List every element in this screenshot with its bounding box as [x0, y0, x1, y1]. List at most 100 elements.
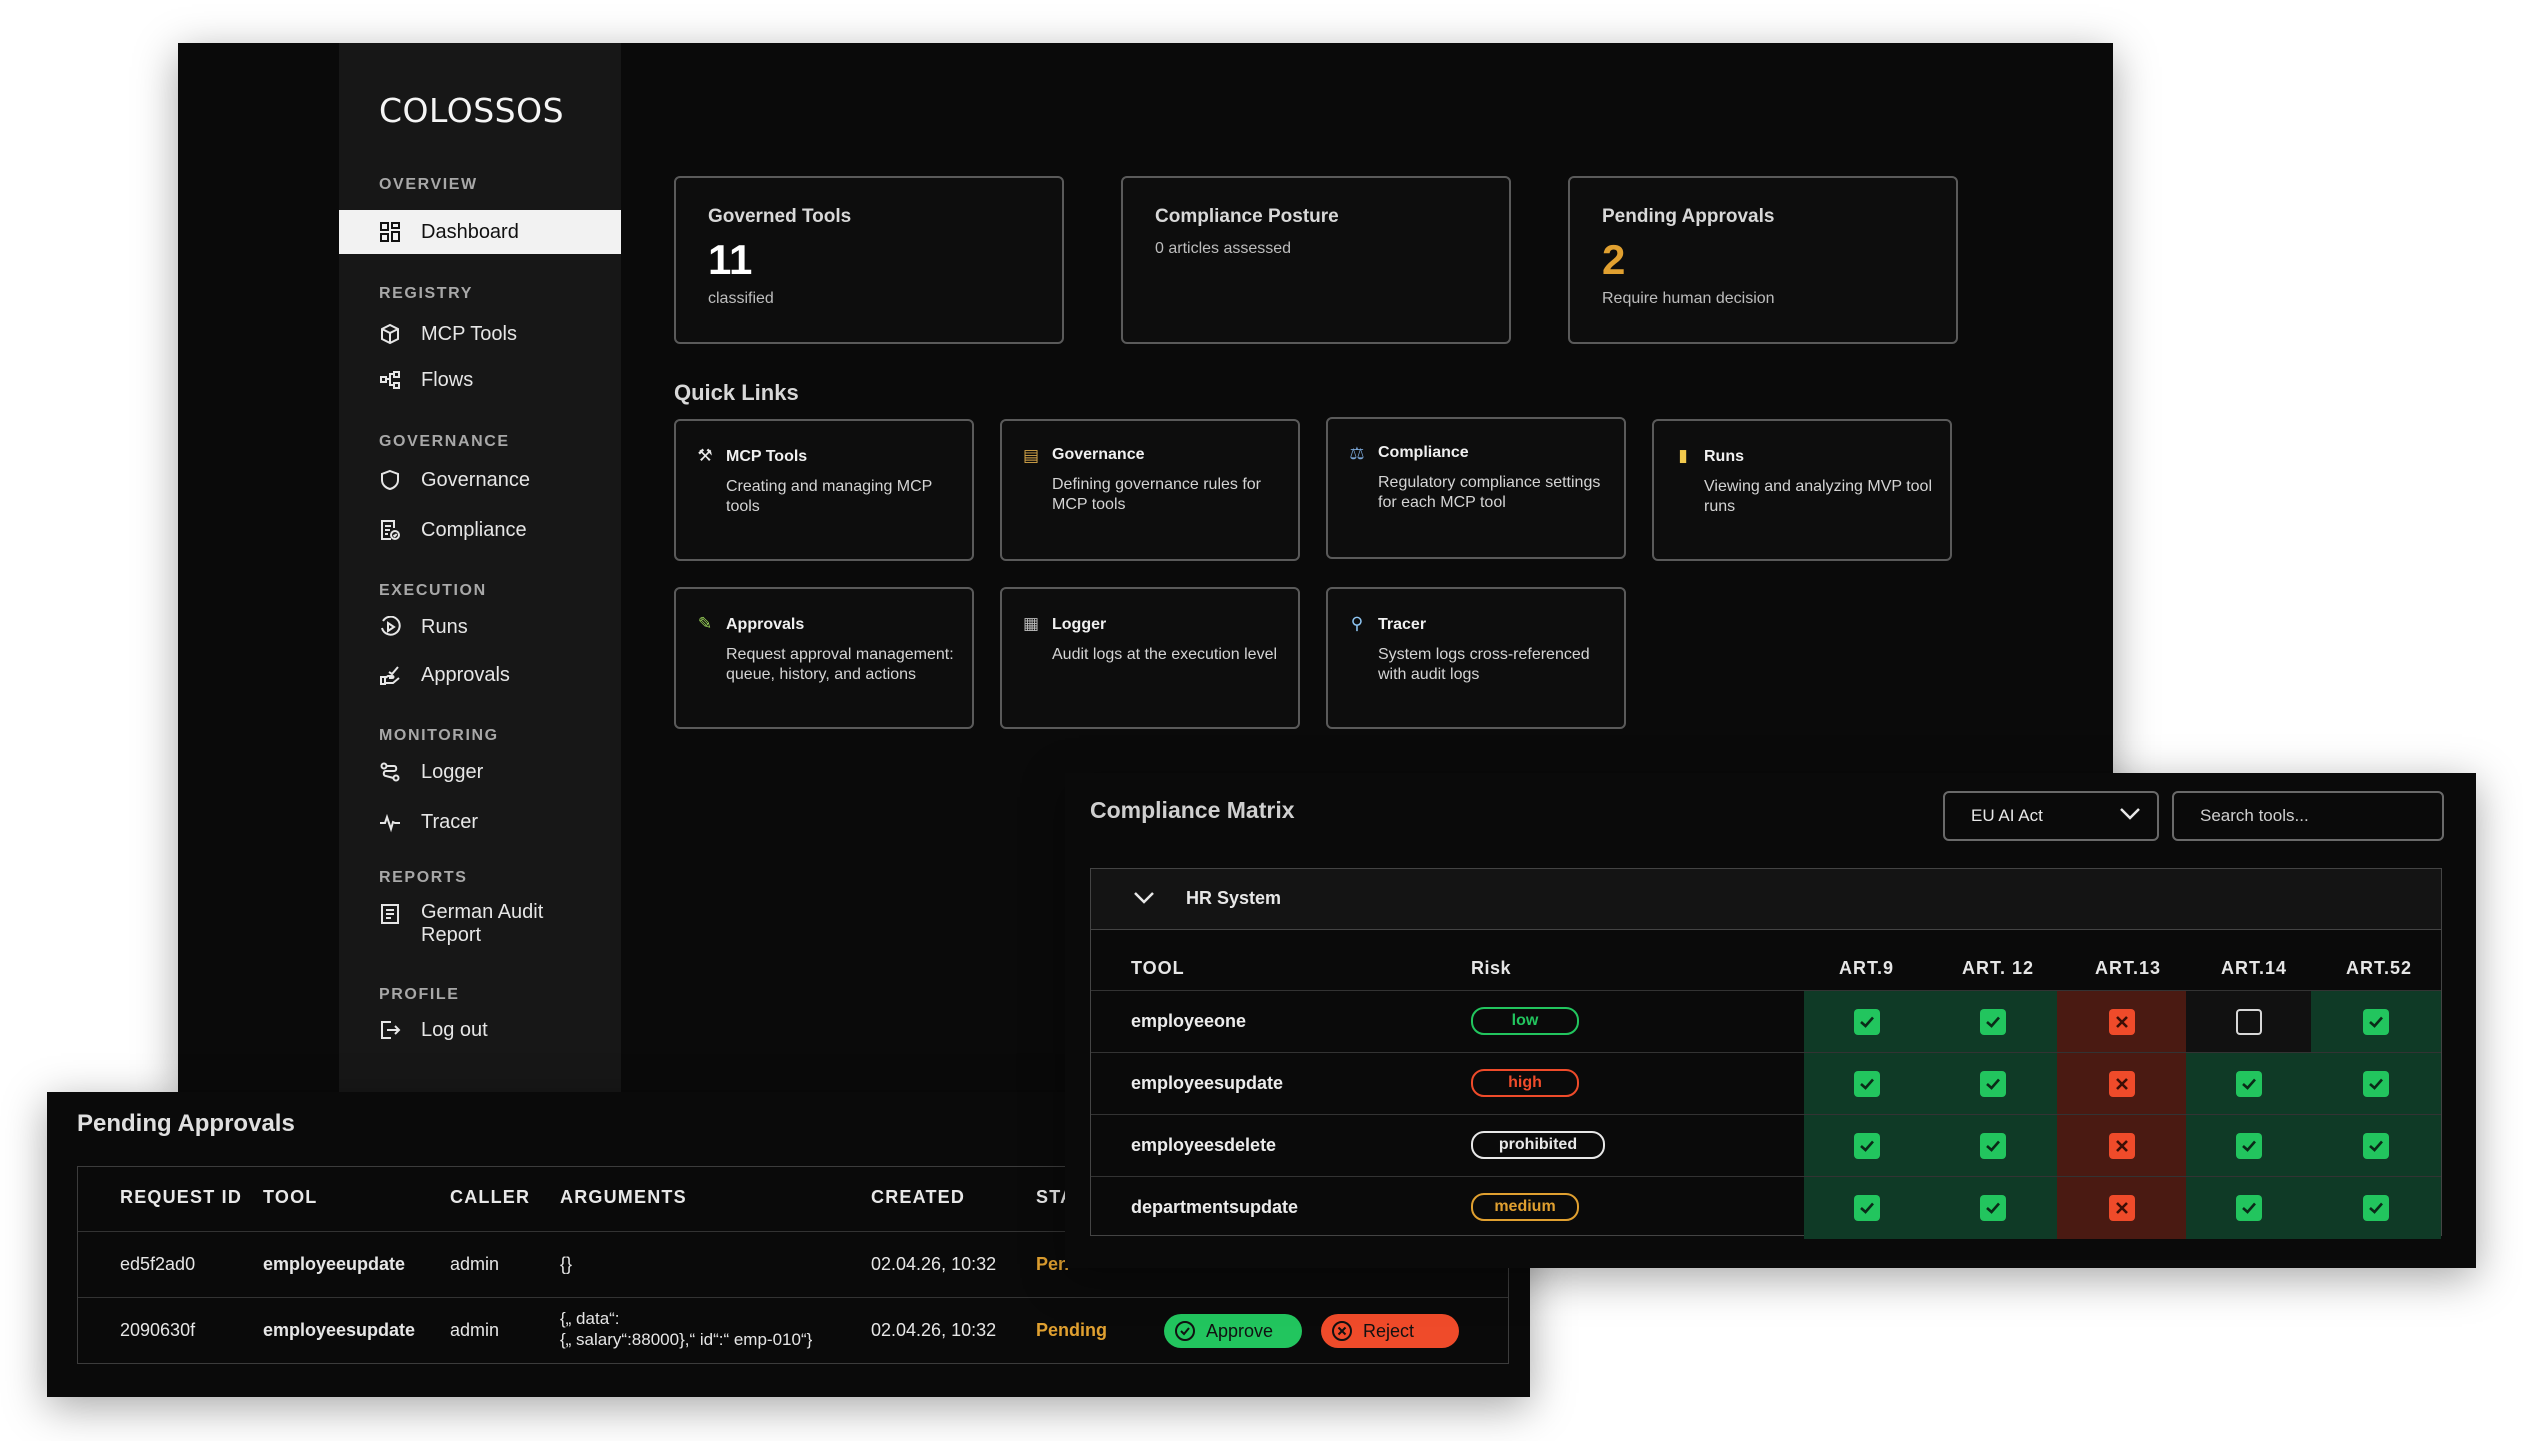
x-circle-icon — [1332, 1321, 1352, 1341]
compliance-cell[interactable] — [1929, 991, 2057, 1053]
request-id: 2090630f — [120, 1320, 196, 1340]
quick-link-governance[interactable]: ▤ Governance Defining governance rules f… — [1000, 419, 1300, 561]
compliance-cell[interactable] — [2186, 991, 2311, 1053]
sidebar-item-label: Log out — [421, 1018, 488, 1041]
compliance-cell[interactable] — [2311, 1115, 2441, 1177]
sidebar-item-label: German Audit Report — [421, 901, 544, 946]
checkbox-checked-icon[interactable] — [1853, 1009, 1880, 1035]
table-row[interactable]: 2090630f employeesupdate admin {„ data“:… — [78, 1297, 1508, 1364]
stat-subtitle: 0 articles assessed — [1155, 240, 1292, 257]
column-header: TOOL — [263, 1187, 318, 1207]
section-profile: PROFILE — [379, 986, 460, 1003]
checkbox-checked-icon[interactable] — [2235, 1133, 2262, 1159]
checkbox-failed-icon[interactable] — [2108, 1195, 2135, 1221]
compliance-cell[interactable] — [2057, 991, 2186, 1053]
compliance-cell[interactable] — [1929, 1115, 2057, 1177]
status: Pending — [1036, 1320, 1107, 1340]
compliance-cell[interactable] — [1804, 1053, 1929, 1115]
sidebar-item-governance[interactable]: Governance — [339, 458, 621, 502]
quick-link-runs[interactable]: ▮ Runs Viewing and analyzing MVP tool ru… — [1652, 419, 1952, 561]
checkbox-checked-icon[interactable] — [2235, 1071, 2262, 1097]
sidebar-item-log-out[interactable]: Log out — [339, 1008, 621, 1052]
column-header: Risk — [1471, 958, 1512, 978]
checkbox-checked-icon[interactable] — [2363, 1071, 2389, 1097]
compliance-cell[interactable] — [1929, 1177, 2057, 1239]
compliance-cell[interactable] — [1804, 991, 1929, 1053]
compliance-cell[interactable] — [2057, 1053, 2186, 1115]
group-header-hr-system[interactable]: HR System — [1090, 868, 2442, 930]
chevron-down-icon[interactable] — [1133, 891, 1155, 905]
compliance-cell[interactable] — [2057, 1115, 2186, 1177]
reject-button[interactable]: Reject — [1321, 1314, 1459, 1348]
sidebar-item-logger[interactable]: Logger — [339, 750, 621, 794]
checkbox-checked-icon[interactable] — [2363, 1133, 2389, 1159]
checkbox-failed-icon[interactable] — [2108, 1133, 2135, 1159]
column-header: ART. 12 — [1962, 958, 2035, 978]
checkbox-checked-icon[interactable] — [2363, 1195, 2389, 1221]
brand-logo: COLOSSOS — [379, 91, 565, 130]
compliance-cell[interactable] — [1804, 1115, 1929, 1177]
compliance-cell[interactable] — [2186, 1115, 2311, 1177]
quick-link-logger[interactable]: ▦ Logger Audit logs at the execution lev… — [1000, 587, 1300, 729]
quick-link-title: Logger — [1052, 616, 1107, 633]
sidebar-item-german-audit-report[interactable]: German Audit Report — [339, 895, 621, 955]
search-input[interactable]: Search tools... — [2172, 791, 2444, 841]
compliance-cell[interactable] — [2311, 1177, 2441, 1239]
quick-link-approvals[interactable]: ✎ Approvals Request approval management:… — [674, 587, 974, 729]
caller: admin — [450, 1320, 500, 1340]
quick-link-title: Approvals — [726, 616, 805, 633]
quick-link-tracer[interactable]: ⚲ Tracer System logs cross-referenced wi… — [1326, 587, 1626, 729]
table-row[interactable]: employeesdelete prohibited — [1091, 1114, 2441, 1177]
checkbox-failed-icon[interactable] — [2108, 1071, 2135, 1097]
stat-card-governed-tools[interactable]: Governed Tools 11 classified — [674, 176, 1064, 344]
document-check-icon — [377, 517, 403, 543]
checkbox-empty-icon[interactable] — [2235, 1009, 2262, 1035]
tool-name: departmentsupdate — [1131, 1197, 1299, 1217]
sidebar-item-tracer[interactable]: Tracer — [339, 800, 621, 844]
approve-button[interactable]: Approve — [1164, 1314, 1302, 1348]
sidebar-item-approvals[interactable]: Approvals — [339, 653, 621, 697]
sidebar-item-runs[interactable]: Runs — [339, 605, 621, 649]
checkbox-checked-icon[interactable] — [1980, 1071, 2006, 1097]
quick-links-title: Quick Links — [674, 380, 799, 405]
stat-card-pending-approvals[interactable]: Pending Approvals 2 Require human decisi… — [1568, 176, 1958, 344]
quick-link-desc: Creating and managing MCP tools — [726, 478, 933, 515]
quick-link-compliance[interactable]: ⚖ Compliance Regulatory compliance setti… — [1326, 417, 1626, 559]
compliance-cell[interactable] — [2186, 1053, 2311, 1115]
checkbox-checked-icon[interactable] — [1980, 1009, 2006, 1035]
report-icon — [377, 901, 403, 927]
checkbox-checked-icon[interactable] — [1980, 1133, 2006, 1159]
approvals-title: Pending Approvals — [77, 1110, 295, 1137]
table-row[interactable]: employeeone low — [1091, 990, 2441, 1053]
sidebar-item-mcp-tools[interactable]: MCP Tools — [339, 312, 621, 356]
checkbox-checked-icon[interactable] — [1980, 1195, 2006, 1221]
sidebar-item-flows[interactable]: Flows — [339, 358, 621, 402]
framework-select[interactable]: EU AI Act — [1943, 791, 2159, 841]
compliance-cell[interactable] — [2186, 1177, 2311, 1239]
sidebar-item-dashboard[interactable]: Dashboard — [339, 210, 621, 254]
checkbox-checked-icon[interactable] — [2363, 1009, 2389, 1035]
checkbox-checked-icon[interactable] — [1853, 1133, 1880, 1159]
risk-badge: prohibited — [1471, 1131, 1605, 1159]
checkbox-failed-icon[interactable] — [2108, 1009, 2135, 1035]
table-row[interactable]: employeesupdate high — [1091, 1052, 2441, 1115]
checkbox-checked-icon[interactable] — [1853, 1071, 1880, 1097]
column-header: CREATED — [871, 1187, 966, 1207]
quick-link-mcp-tools[interactable]: ⚒ MCP Tools Creating and managing MCP to… — [674, 419, 974, 561]
checkbox-checked-icon[interactable] — [2235, 1195, 2262, 1221]
tool-name: employeeupdate — [263, 1254, 406, 1274]
compliance-cell[interactable] — [1804, 1177, 1929, 1239]
stat-card-compliance-posture[interactable]: Compliance Posture 0 articles assessed — [1121, 176, 1511, 344]
compliance-cell[interactable] — [1929, 1053, 2057, 1115]
compliance-cell[interactable] — [2311, 1053, 2441, 1115]
quick-link-title: MCP Tools — [726, 448, 808, 465]
sidebar-item-compliance[interactable]: Compliance — [339, 508, 621, 552]
tool-name: employeesdelete — [1131, 1135, 1277, 1155]
table-row[interactable]: departmentsupdate medium — [1091, 1176, 2441, 1239]
column-header: ARGUMENTS — [560, 1187, 687, 1207]
checkbox-checked-icon[interactable] — [1853, 1195, 1880, 1221]
sidebar-item-label: Approvals — [421, 663, 510, 686]
column-header: ART.9 — [1839, 958, 1895, 978]
compliance-cell[interactable] — [2057, 1177, 2186, 1239]
compliance-cell[interactable] — [2311, 991, 2441, 1053]
